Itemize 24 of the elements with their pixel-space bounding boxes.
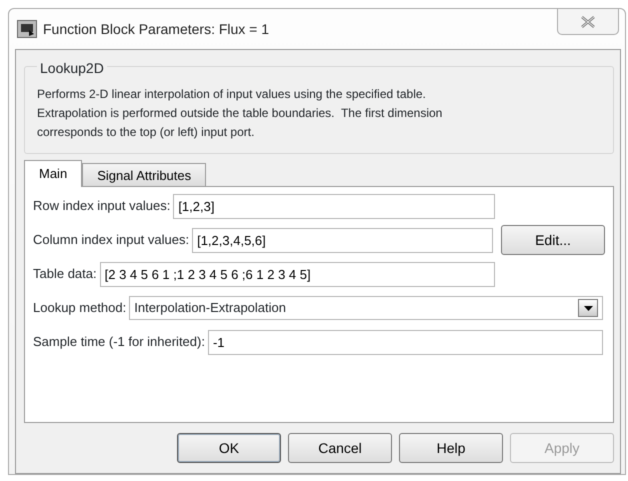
dropdown-value: Interpolation-Extrapolation: [134, 299, 286, 318]
field-label: Table data:: [33, 265, 97, 284]
field-label: Sample time (-1 for inherited):: [33, 333, 205, 352]
field-label: Row index input values:: [33, 197, 170, 216]
input-field[interactable]: -1: [208, 330, 603, 354]
field-label: Column index input values:: [33, 231, 190, 250]
block-description: Performs 2-D linear interpolation of input values using the specified table. Extrapolation is performed outside the table boundaries. The first dimension corresponds to the top (or left) input port.: [37, 86, 444, 141]
edit-button[interactable]: Edit...: [501, 225, 605, 255]
input-field[interactable]: [2 3 4 5 6 1 ;1 2 3 4 5 6 ;6 1 2 3 4 5]: [100, 262, 495, 286]
dialog-button[interactable]: Help: [399, 433, 503, 463]
close-icon: [581, 16, 595, 28]
app-icon: [17, 20, 37, 38]
input-field[interactable]: [1,2,3]: [173, 194, 495, 218]
input-field[interactable]: [1,2,3,4,5,6]: [192, 228, 493, 252]
close-button[interactable]: [557, 9, 619, 35]
dialog-button[interactable]: Cancel: [288, 433, 392, 463]
dropdown[interactable]: Interpolation-Extrapolation: [129, 296, 603, 320]
dropdown-arrow-button[interactable]: [578, 299, 598, 317]
window-title: Function Block Parameters: Flux = 1: [43, 20, 270, 38]
field-label: Lookup method:: [33, 299, 126, 318]
tab[interactable]: Main: [24, 160, 82, 187]
tab[interactable]: Signal Attributes: [82, 163, 206, 186]
dialog-button[interactable]: OK: [177, 433, 281, 463]
caret-icon: [584, 306, 592, 310]
